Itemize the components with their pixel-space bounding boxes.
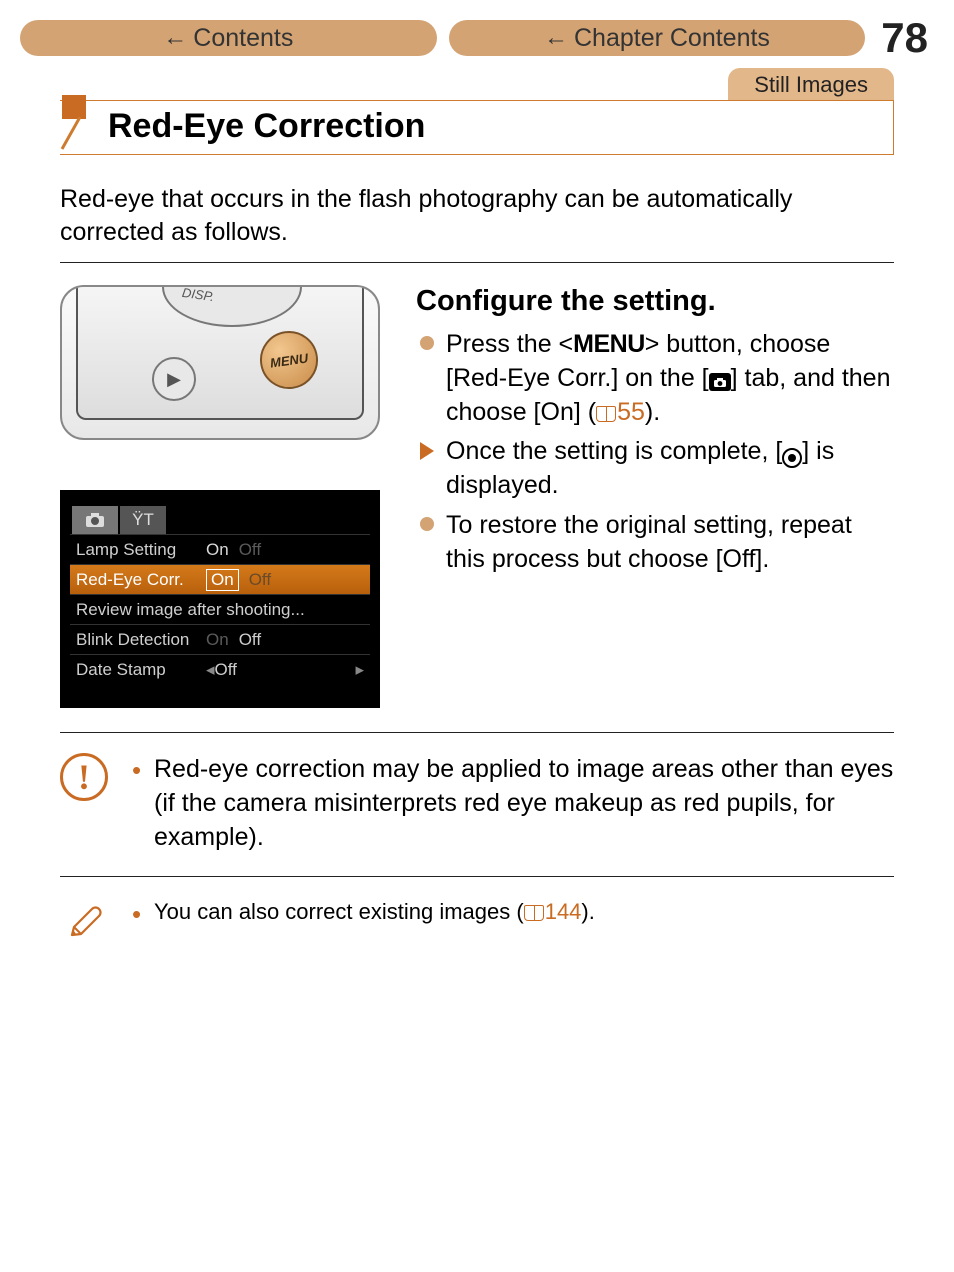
pencil-icon: [60, 897, 108, 945]
tip-note: You can also correct existing images (14…: [60, 897, 894, 955]
chapter-contents-button[interactable]: ← Chapter Contents: [449, 20, 866, 56]
menu-row-datestamp: Date Stamp ◂ Off ▸: [70, 654, 370, 684]
instruction-bullet: Press the <MENU> button, choose [Red-Eye…: [416, 328, 894, 429]
category-tag: Still Images: [728, 68, 894, 100]
menu-tab-camera: [72, 506, 118, 534]
camera-illustration: DISP. ▶ MENU: [60, 285, 380, 440]
playback-button-icon: ▶: [152, 357, 196, 401]
menu-row-lamp: Lamp Setting On Off: [70, 534, 370, 564]
warning-icon: !: [60, 753, 108, 801]
redeye-indicator-icon: [782, 448, 802, 468]
menu-row-review: Review image after shooting...: [70, 594, 370, 624]
result-bullet: Once the setting is complete, [] is disp…: [416, 435, 894, 503]
menu-tab-tools: ŸT: [120, 506, 166, 534]
step-heading: Configure the setting.: [416, 285, 894, 318]
page-reference-link[interactable]: 144: [545, 899, 582, 924]
book-icon: [596, 406, 616, 422]
page-reference-link[interactable]: 55: [617, 398, 645, 426]
menu-row-blink: Blink Detection On Off: [70, 624, 370, 654]
menu-glyph: MENU: [573, 330, 645, 358]
instruction-bullet: To restore the original setting, repeat …: [416, 509, 894, 577]
contents-button[interactable]: ← Contents: [20, 20, 437, 56]
warning-note: ! Red-eye correction may be applied to i…: [60, 753, 894, 877]
arrow-left-icon: ←: [163, 24, 187, 52]
page-number: 78: [877, 14, 934, 62]
arrow-left-icon: ←: [544, 24, 568, 52]
chevron-right-icon: ▸: [355, 660, 364, 680]
contents-label: Contents: [193, 24, 293, 53]
menu-row-redeye: Red-Eye Corr. On Off: [70, 564, 370, 594]
intro-text: Red-eye that occurs in the flash photogr…: [60, 183, 894, 263]
camera-tab-icon: [709, 373, 731, 391]
tip-text: You can also correct existing images (14…: [132, 897, 595, 945]
warning-text: Red-eye correction may be applied to ima…: [132, 753, 894, 854]
title-slash-icon: [58, 113, 98, 153]
section-title: Red-Eye Correction: [108, 107, 893, 146]
book-icon: [524, 905, 544, 921]
page-header: ← Contents ← Chapter Contents 78: [0, 0, 954, 62]
menu-screenshot: ŸT Lamp Setting On Off Red-Eye Corr. On …: [60, 490, 380, 708]
camera-icon: [85, 512, 105, 528]
chapter-contents-label: Chapter Contents: [574, 24, 770, 53]
section-title-box: Red-Eye Correction: [60, 100, 894, 155]
